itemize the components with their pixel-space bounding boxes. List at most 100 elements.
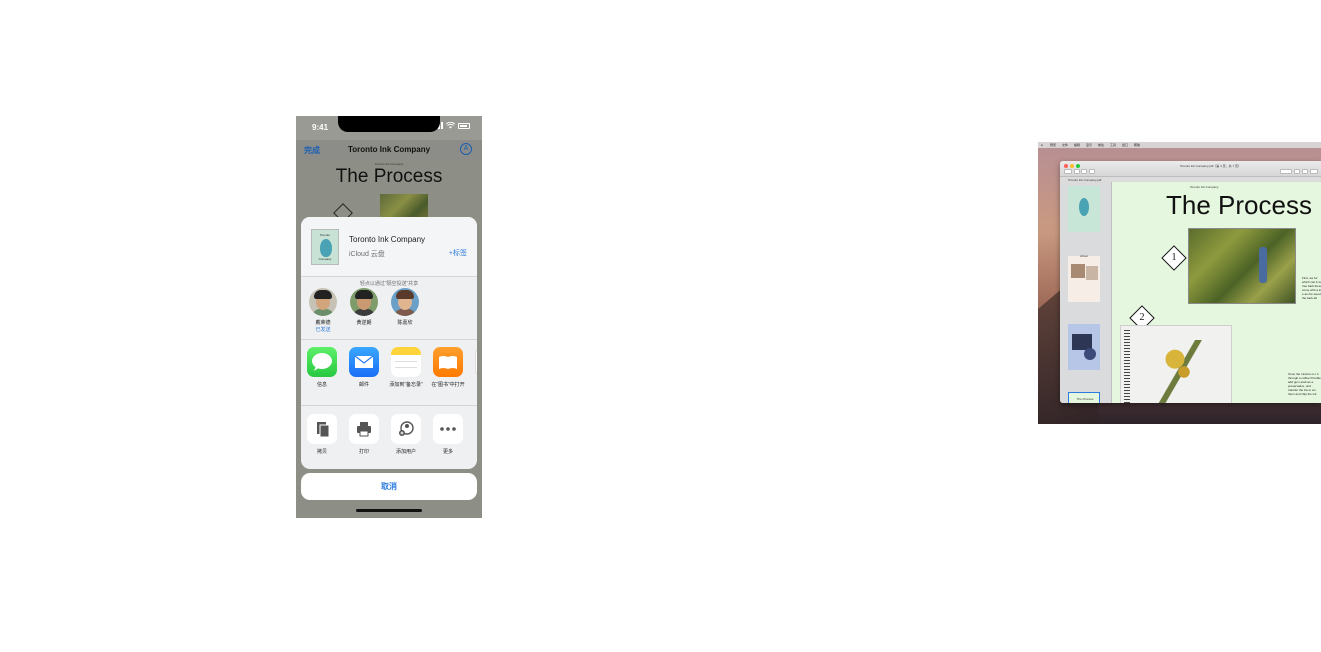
nav-bar: 完成 Toronto Ink Company A <box>296 140 482 160</box>
action-label: 拷贝 <box>316 449 327 455</box>
airdrop-people-row: 戴荣德 已发送 黄逆朗 陈嘉欣 <box>301 288 477 338</box>
share-button[interactable] <box>1089 169 1095 174</box>
airdrop-person[interactable]: 黄逆朗 <box>344 288 384 326</box>
page-text-bottom: Once the mixture is c it through a coffe… <box>1288 372 1321 396</box>
airdrop-person[interactable]: 陈嘉欣 <box>385 288 425 326</box>
avatar-hair <box>396 290 414 299</box>
avatar-body <box>312 309 334 316</box>
menu-item[interactable]: 显示 <box>1086 143 1092 147</box>
avatar-body <box>353 309 375 316</box>
menu-item[interactable]: 前往 <box>1098 143 1104 147</box>
step-number: 1 <box>1171 252 1177 263</box>
add-tag-button[interactable]: +标签 <box>449 248 467 258</box>
rotate-button[interactable] <box>1294 169 1300 174</box>
apple-icon[interactable]: ● <box>1041 143 1043 147</box>
window-titlebar: Toronto Ink Company.pdf（第 4 页，共 7 页） <box>1060 161 1321 177</box>
share-actions-row: 拷贝 打印 添加用户 更多 <box>301 414 477 466</box>
airdrop-person[interactable]: 戴荣德 已发送 <box>303 288 343 333</box>
add-people-icon <box>391 414 421 444</box>
app-books[interactable]: 在“图书”中打开 <box>429 347 467 389</box>
action-label: 打印 <box>358 449 369 455</box>
books-icon <box>433 347 463 377</box>
nav-title: Toronto Ink Company <box>347 145 431 154</box>
app-notes[interactable]: 添加到“备忘录” <box>387 347 425 389</box>
menu-item[interactable]: 编辑 <box>1074 143 1080 147</box>
battery-icon <box>458 122 470 129</box>
mac-screen: ● 预览 文件 编辑 显示 前往 工具 窗口 帮助 Toronto Ink Co… <box>1038 142 1321 424</box>
wifi-icon <box>446 122 455 129</box>
avatar-hair <box>314 290 332 299</box>
avatar <box>309 288 337 316</box>
app-label: 在“图书”中打开 <box>431 382 465 388</box>
copy-icon <box>307 414 337 444</box>
page-photo-field <box>1188 228 1296 304</box>
menu-item[interactable]: 工具 <box>1110 143 1116 147</box>
preview-window: Toronto Ink Company.pdf（第 4 页，共 7 页） Tor… <box>1060 161 1321 403</box>
markup-button[interactable] <box>1280 169 1292 174</box>
about-photo <box>1086 266 1098 280</box>
cancel-button[interactable]: 取消 <box>301 473 477 500</box>
action-copy[interactable]: 拷贝 <box>303 414 341 456</box>
document-title: The Process <box>335 166 443 187</box>
annotate-button[interactable] <box>1302 169 1308 174</box>
airdrop-hint: 轻点以通过“隔空投送”共享 <box>359 281 419 287</box>
person-status: 已发送 <box>315 327 331 333</box>
action-more[interactable]: 更多 <box>429 414 467 456</box>
menu-item[interactable]: 帮助 <box>1134 143 1140 147</box>
page-text-right: First, we for which can b to tree bark t… <box>1302 276 1321 300</box>
action-label: 更多 <box>442 449 453 455</box>
menu-item[interactable]: 预览 <box>1050 143 1056 147</box>
share-apps-row: 信息 邮件 添加到“备忘录” 在“图书”中打开 <box>301 347 477 403</box>
sidebar-thumbnail-page3[interactable] <box>1068 324 1100 370</box>
share-sheet: Toronto Company Toronto Ink Company iClo… <box>301 217 477 469</box>
app-label: 邮件 <box>358 382 369 388</box>
file-location: iCloud 云盘 <box>349 251 385 258</box>
phone-screen: Toronto Ink Company The Process 9:41 完成 … <box>296 116 482 518</box>
menu-item[interactable]: 文件 <box>1062 143 1068 147</box>
person-name: 陈嘉欣 <box>397 320 413 326</box>
phone-notch <box>338 116 440 132</box>
sidebar-thumbnail-process[interactable]: The Process <box>1068 392 1100 403</box>
share-sheet-header: Toronto Company Toronto Ink Company iClo… <box>301 217 477 277</box>
thumbnail-sidebar: About The Process <box>1060 182 1112 403</box>
action-print[interactable]: 打印 <box>345 414 383 456</box>
menu-item[interactable]: 窗口 <box>1122 143 1128 147</box>
file-thumbnail: Toronto Company <box>311 229 339 265</box>
thumbnail-bottom-text: Company <box>318 257 332 261</box>
sidebar-thumbnail-label: The Process <box>1076 397 1094 401</box>
mail-icon <box>349 347 379 377</box>
action-add-people[interactable]: 添加用户 <box>387 414 425 456</box>
page-photo-notebook <box>1120 325 1232 403</box>
zoom-out-button[interactable] <box>1074 169 1080 174</box>
action-label: 添加用户 <box>395 449 416 455</box>
app-mail[interactable]: 邮件 <box>345 347 383 389</box>
close-window-icon[interactable] <box>1064 164 1068 168</box>
window-title: Toronto Ink Company.pdf（第 4 页，共 7 页） <box>1180 164 1241 168</box>
about-photo <box>1071 264 1085 278</box>
pdf-page: Toronto Ink Company The Process 1 2 Firs… <box>1112 182 1321 403</box>
app-partial[interactable] <box>471 347 477 377</box>
thumbnail-top-text: Toronto <box>319 233 330 237</box>
partial-app-icon <box>475 347 477 377</box>
zoom-window-icon[interactable] <box>1076 164 1080 168</box>
file-name: Toronto Ink Company <box>349 235 426 244</box>
page-title: The Process <box>1166 190 1312 220</box>
search-button[interactable] <box>1310 169 1318 174</box>
sidebar-thumbnail-about[interactable]: About <box>1068 254 1100 302</box>
zoom-in-button[interactable] <box>1081 169 1087 174</box>
print-icon <box>349 414 379 444</box>
person-name: 黄逆朗 <box>356 320 372 326</box>
sidebar-thumbnail-cover[interactable] <box>1068 186 1100 232</box>
avatar <box>391 288 419 316</box>
photo-person <box>1259 247 1267 283</box>
avatar-hair <box>355 290 373 299</box>
markup-icon[interactable]: A <box>460 143 472 155</box>
iphone-device: Toronto Ink Company The Process 9:41 完成 … <box>296 116 482 518</box>
app-messages[interactable]: 信息 <box>303 347 341 389</box>
stage: Toronto Ink Company The Process 9:41 完成 … <box>0 0 1321 652</box>
sidebar-toggle-button[interactable] <box>1064 169 1072 174</box>
row-divider <box>301 339 477 340</box>
more-icon <box>433 414 463 444</box>
minimize-window-icon[interactable] <box>1070 164 1074 168</box>
home-indicator <box>356 509 422 512</box>
